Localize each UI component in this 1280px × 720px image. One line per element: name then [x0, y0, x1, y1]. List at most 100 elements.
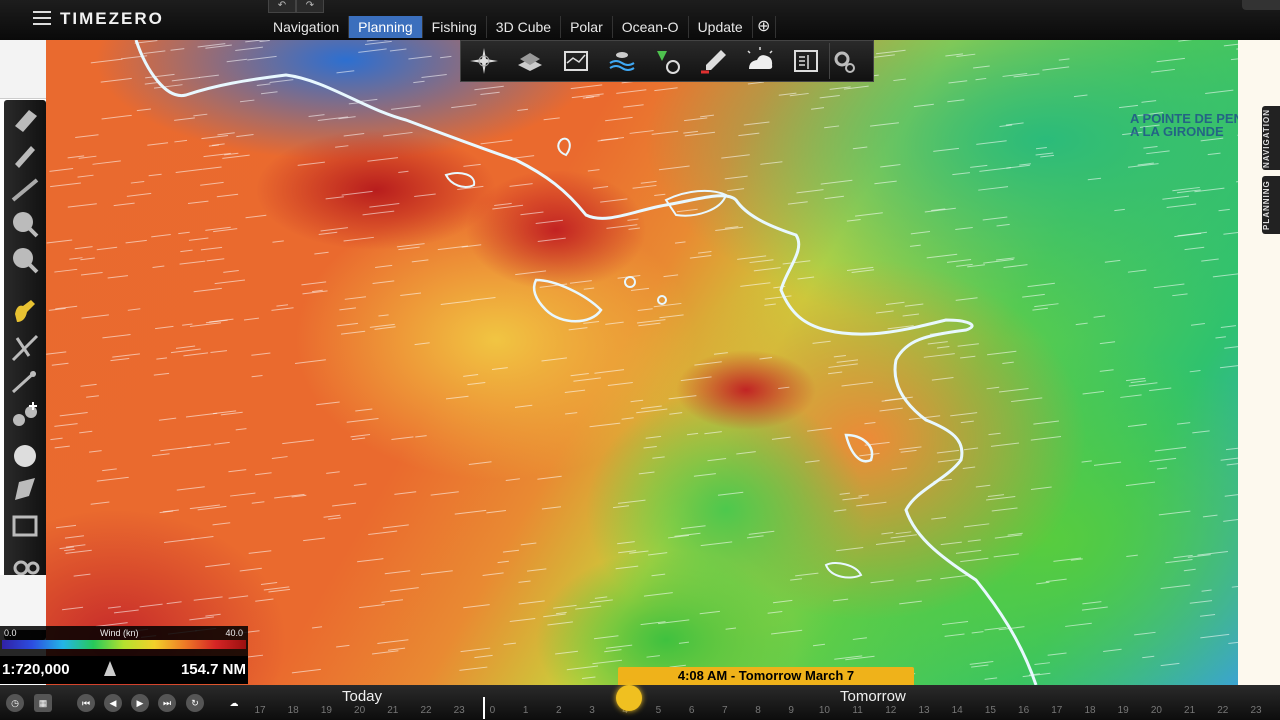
event-tool-icon[interactable]	[9, 438, 41, 470]
step-back-icon[interactable]: ◀	[104, 694, 122, 712]
tab-planning[interactable]: Planning	[349, 16, 423, 38]
legend-label: Wind (kn)	[100, 628, 139, 638]
hour-tick: 23	[453, 705, 465, 716]
hour-tick: 14	[951, 705, 963, 716]
hour-tick: 3	[589, 705, 595, 716]
planning-toolbar	[460, 40, 874, 82]
side-tab-navigation[interactable]: NAVIGATION	[1262, 106, 1280, 170]
hour-tick: 19	[320, 705, 332, 716]
chart-thumbnail-top	[0, 40, 46, 99]
hour-tick: 15	[984, 705, 996, 716]
hour-tick: 0	[489, 705, 496, 716]
report-icon[interactable]	[783, 43, 829, 79]
tide-current-icon[interactable]	[599, 43, 645, 79]
hour-tick: 2	[556, 705, 562, 716]
today-label: Today	[342, 688, 383, 705]
weather-icon[interactable]	[737, 43, 783, 79]
chart-scale: 1:720,000	[2, 661, 70, 678]
top-bar: TIMEZERO ↶ ↷ Navigation Planning Fishing…	[0, 0, 1280, 40]
skip-back-icon[interactable]: ⏮	[77, 694, 95, 712]
timeline-scale[interactable]: Today Tomorrow 1718192021222301234567891…	[250, 685, 1280, 720]
tab-navigation[interactable]: Navigation	[264, 16, 350, 38]
zoom-in-icon[interactable]	[9, 208, 41, 240]
hour-tick: 10	[818, 705, 830, 716]
clock-icon[interactable]: ◷	[6, 694, 24, 712]
left-toolbar	[4, 100, 46, 640]
workspace-tabs: Navigation Planning Fishing 3D Cube Pola…	[264, 16, 776, 38]
hour-tick: 22	[1217, 705, 1229, 716]
scale-readout: 1:720,000 154.7 NM	[0, 656, 248, 684]
hour-tick: 20	[354, 705, 366, 716]
play-icon[interactable]: ▶	[131, 694, 149, 712]
hour-tick: 17	[254, 705, 266, 716]
boundary-tool-icon[interactable]	[9, 474, 41, 506]
hour-tick: 20	[1150, 705, 1162, 716]
weather-map[interactable]	[46, 40, 1238, 685]
timeline-bar: ◷ ▦ ⏮ ◀ ▶ ⏭ ↻ ☁ Today Tomorrow 17 18 19 20 2…	[0, 685, 1280, 720]
hour-tick: 19	[1117, 705, 1129, 716]
compass-icon[interactable]	[461, 43, 507, 79]
add-mark-icon[interactable]	[9, 400, 41, 432]
legend-min: 0.0	[4, 628, 17, 638]
line-tool-icon[interactable]	[9, 174, 41, 206]
hour-tick: 1	[522, 705, 529, 716]
tab-update[interactable]: Update	[689, 16, 753, 38]
hour-tick: 18	[287, 705, 299, 716]
draw-route-icon[interactable]	[691, 43, 737, 79]
toolbar-settings-icon[interactable]	[829, 43, 860, 79]
coastline	[134, 40, 1038, 685]
tab-fishing[interactable]: Fishing	[423, 16, 487, 38]
tab-ocean-o[interactable]: Ocean-O	[613, 16, 689, 38]
north-arrow-icon	[104, 661, 116, 676]
pen-tool-icon[interactable]	[9, 140, 41, 172]
area-tool-icon[interactable]	[9, 510, 41, 542]
hour-tick: 11	[852, 705, 863, 716]
chart-thumbnail-bottom	[0, 575, 46, 630]
hour-tick: 17	[1051, 705, 1063, 716]
hour-tick: 16	[1018, 705, 1030, 716]
tab-3d-cube[interactable]: 3D Cube	[487, 16, 562, 38]
calendar-icon[interactable]: ▦	[34, 694, 52, 712]
window-controls[interactable]	[1242, 0, 1280, 10]
hour-tick: 13	[918, 705, 930, 716]
zoom-out-icon[interactable]	[9, 244, 41, 276]
hour-tick: 23	[1250, 705, 1262, 716]
legend-color-bar	[2, 640, 246, 649]
legend-max: 40.0	[225, 628, 243, 638]
weather-cloud-icon[interactable]: ☁	[225, 694, 243, 712]
pan-hand-icon[interactable]	[9, 296, 41, 328]
right-chart-strip: NAVIGATION PLANNING	[1238, 40, 1280, 685]
hour-tick: 21	[1184, 705, 1196, 716]
tab-polar[interactable]: Polar	[561, 16, 613, 38]
eraser-icon[interactable]	[9, 104, 41, 136]
undo-button[interactable]: ↶	[268, 0, 296, 13]
side-tab-planning[interactable]: PLANNING	[1262, 176, 1280, 234]
left-tool-panel	[0, 40, 46, 685]
timeline-marker[interactable]	[616, 685, 642, 711]
wind-legend: 0.0 Wind (kn) 40.0	[0, 626, 248, 656]
loop-icon[interactable]: ↻	[186, 694, 204, 712]
tomorrow-label: Tomorrow	[840, 688, 906, 705]
time-tooltip: 4:08 AM - Tomorrow March 7	[618, 667, 914, 685]
hamburger-menu-icon[interactable]	[33, 11, 51, 25]
current-time-line	[483, 697, 485, 719]
hour-tick: 9	[788, 705, 794, 716]
app-logo: TIMEZERO	[60, 9, 164, 28]
routing-icon[interactable]	[645, 43, 691, 79]
screen-distance: 154.7 NM	[180, 661, 246, 678]
hour-ticks: 1718192021222301234567891011121314151617…	[250, 705, 1280, 717]
add-workspace-button[interactable]: ⊕	[753, 16, 776, 38]
hour-tick: 5	[655, 705, 662, 716]
hour-tick: 7	[722, 705, 728, 716]
step-forward-icon[interactable]: ⏭	[158, 694, 176, 712]
hour-tick: 22	[420, 705, 432, 716]
hour-tick: 21	[387, 705, 399, 716]
hour-tick: 12	[885, 705, 897, 716]
hour-tick: 6	[688, 705, 695, 716]
measure-tool-icon[interactable]	[9, 366, 41, 398]
route-tool-icon[interactable]	[9, 332, 41, 364]
chart-display-icon[interactable]	[553, 43, 599, 79]
hour-tick: 18	[1084, 705, 1096, 716]
redo-button[interactable]: ↷	[296, 0, 324, 13]
layers-icon[interactable]	[507, 43, 553, 79]
